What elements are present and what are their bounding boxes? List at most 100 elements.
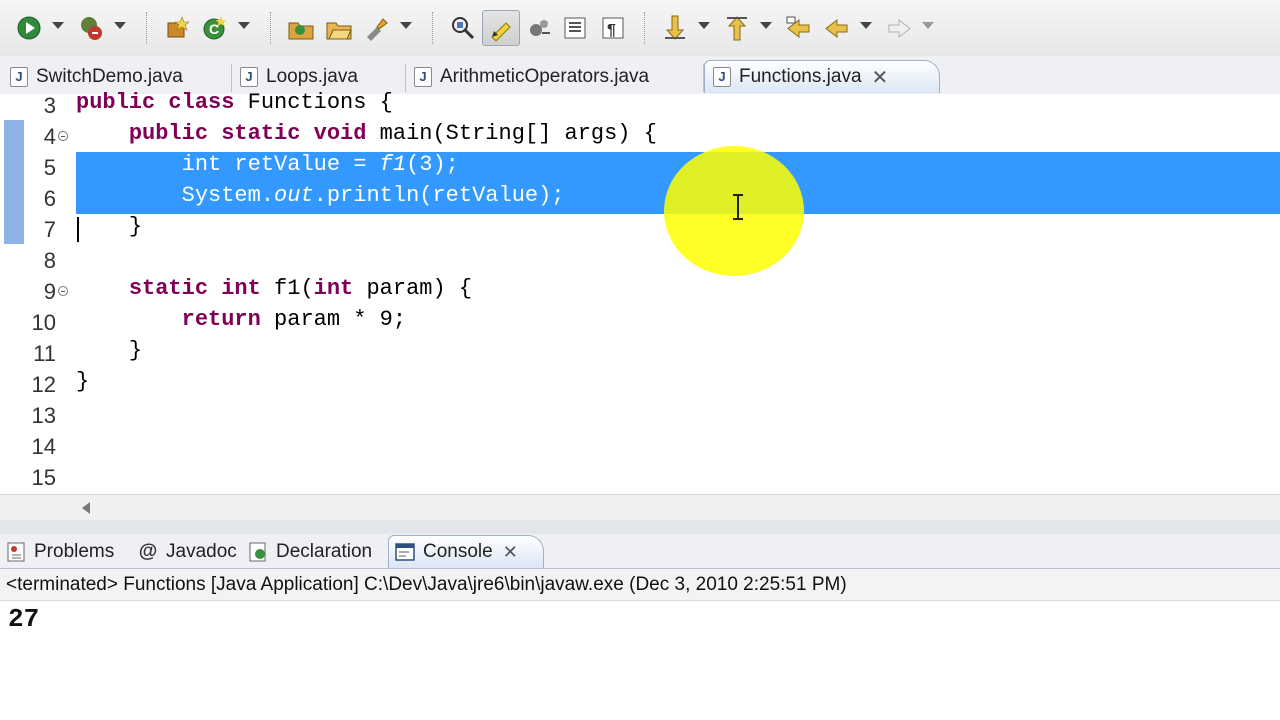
debug-dropdown-icon[interactable]: [114, 22, 126, 29]
static-field: out: [274, 183, 314, 208]
tab-separator: [405, 64, 406, 92]
code-text: main(String[] args) {: [366, 121, 657, 146]
tab-label: ArithmeticOperators.java: [440, 65, 650, 87]
open-type-icon[interactable]: [284, 10, 318, 46]
search-icon[interactable]: [360, 10, 394, 46]
run-dropdown-icon[interactable]: [52, 22, 64, 29]
toolbar-separator: [432, 12, 435, 44]
close-tab-icon[interactable]: ✕: [872, 65, 889, 90]
new-java-package-icon[interactable]: [160, 10, 194, 46]
back-icon[interactable]: [820, 10, 854, 46]
debug-icon[interactable]: [74, 10, 108, 46]
line-number: 12: [31, 372, 56, 397]
tab-loops[interactable]: J Loops.java: [240, 60, 406, 93]
forward-dropdown-icon[interactable]: [922, 22, 934, 29]
code-text: Functions {: [234, 90, 393, 115]
toggle-mark-occurrences-icon[interactable]: [482, 10, 520, 46]
svg-text:¶: ¶: [607, 22, 616, 39]
code-line: System.out.println(retValue);: [76, 183, 565, 214]
java-file-icon: J: [713, 67, 731, 87]
run-icon[interactable]: [12, 10, 46, 46]
line-number: 4: [43, 124, 56, 149]
line-number: 10: [31, 310, 56, 335]
line-number: 3: [43, 93, 56, 118]
line-number: 7: [43, 217, 56, 242]
tab-label: SwitchDemo.java: [36, 65, 183, 87]
show-whitespace-icon[interactable]: ¶: [596, 10, 630, 46]
code-text: param) {: [353, 276, 473, 301]
forward-icon[interactable]: [882, 10, 916, 46]
tab-javadoc[interactable]: @ Javadoc: [138, 535, 242, 568]
code-text: f1(: [260, 276, 314, 301]
word-wrap-icon[interactable]: [522, 10, 556, 46]
code-line: }: [76, 214, 142, 245]
overview-ruler-left: [0, 94, 24, 494]
next-annotation-icon[interactable]: [658, 10, 692, 46]
problems-icon: [6, 542, 26, 562]
code-text: retValue =: [221, 152, 380, 177]
console-output[interactable]: 27: [8, 604, 39, 634]
fold-toggle-icon[interactable]: [58, 131, 68, 141]
tab-problems[interactable]: Problems: [6, 535, 130, 568]
tab-arithmeticoperators[interactable]: J ArithmeticOperators.java: [414, 60, 704, 93]
toolbar-separator: [644, 12, 647, 44]
code-text: }: [128, 214, 143, 239]
method-call: f1: [379, 152, 407, 177]
tab-label: Javadoc: [166, 540, 237, 562]
tab-label: Console: [423, 541, 493, 562]
next-annotation-dropdown-icon[interactable]: [698, 22, 710, 29]
line-number: 6: [43, 186, 56, 211]
line-number: 14: [31, 434, 56, 459]
code-text: System.: [181, 183, 275, 208]
console-icon: [395, 542, 415, 562]
search-dropdown-icon[interactable]: [400, 22, 412, 29]
tab-label: Loops.java: [266, 65, 358, 87]
code-line: return param * 9;: [76, 307, 406, 338]
tab-console[interactable]: Console ✕: [388, 535, 544, 568]
java-file-icon: J: [240, 66, 258, 87]
declaration-icon: [248, 542, 268, 562]
scroll-left-arrow-icon[interactable]: [82, 502, 90, 514]
keyword: return: [181, 307, 261, 332]
fold-toggle-icon[interactable]: [58, 286, 68, 296]
close-console-icon[interactable]: ✕: [503, 542, 518, 563]
back-dropdown-icon[interactable]: [860, 22, 872, 29]
code-text: }: [76, 369, 90, 394]
new-class-dropdown-icon[interactable]: [238, 22, 250, 29]
java-file-icon: J: [414, 66, 432, 87]
keyword: class: [168, 90, 235, 115]
block-selection-icon[interactable]: [558, 10, 592, 46]
code-editor[interactable]: 3 4 5 6 7 8 9 10 11 12 13 14 15 public c…: [0, 90, 1280, 494]
ibeam-cursor-icon: [731, 193, 745, 226]
toggle-breakpoint-icon[interactable]: [446, 10, 480, 46]
horizontal-scrollbar[interactable]: [0, 494, 1280, 521]
open-folder-icon[interactable]: [322, 10, 356, 46]
tab-switchdemo[interactable]: J SwitchDemo.java: [10, 60, 232, 93]
keyword: int: [221, 276, 261, 301]
previous-annotation-dropdown-icon[interactable]: [760, 22, 772, 29]
panel-sash[interactable]: [0, 520, 1280, 534]
tab-separator: [231, 64, 232, 92]
last-edit-location-icon[interactable]: [782, 10, 816, 46]
code-line: int retValue = f1(3);: [76, 152, 459, 183]
toolbar-separator: [146, 12, 149, 44]
keyword: static: [221, 121, 301, 146]
svg-text:C: C: [209, 21, 219, 37]
bottom-panel-tabs: Problems @ Javadoc Declaration Console ✕: [0, 534, 1280, 569]
java-file-icon: J: [10, 66, 28, 87]
code-text: (3);: [406, 152, 459, 177]
keyword: public: [76, 90, 156, 115]
toolbar-separator: [270, 12, 273, 44]
code-line: }: [76, 338, 142, 369]
tab-declaration[interactable]: Declaration: [248, 535, 384, 568]
line-number: 5: [43, 155, 56, 180]
line-number: 9: [43, 279, 56, 304]
selection-ruler-mark: [4, 120, 24, 244]
keyword: int: [313, 276, 354, 301]
tab-functions[interactable]: J Functions.java ✕: [704, 60, 940, 93]
code-line: public static void main(String[] args) {: [76, 121, 657, 152]
new-java-class-icon[interactable]: C: [198, 10, 232, 46]
previous-annotation-icon[interactable]: [720, 10, 754, 46]
code-line: }: [76, 369, 89, 400]
keyword: public: [128, 121, 209, 146]
